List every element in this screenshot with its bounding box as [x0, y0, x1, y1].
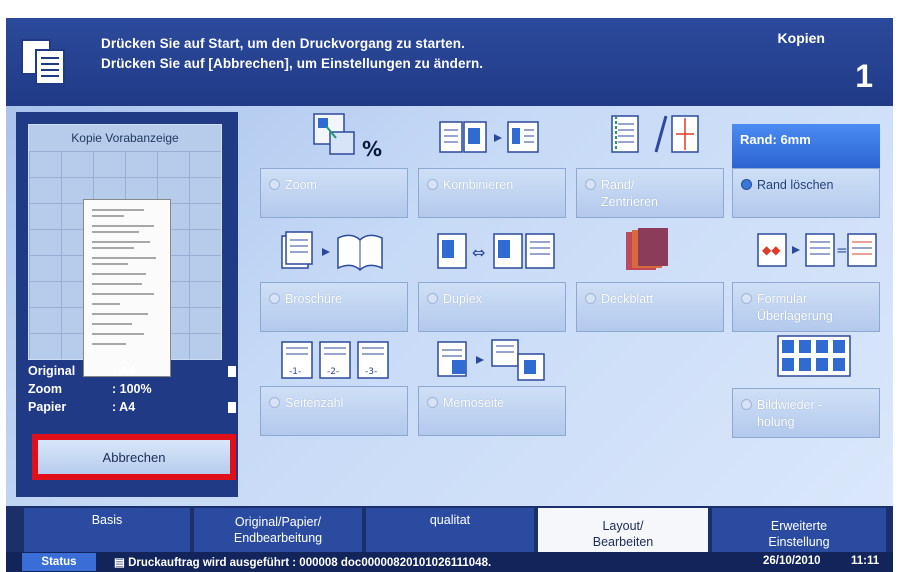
margin-center-icon	[611, 115, 699, 153]
copy-document-icon	[21, 39, 65, 85]
status-time: 11:11	[851, 555, 880, 567]
memoseite-indicator	[427, 397, 438, 408]
svg-text:=: =	[836, 243, 848, 259]
paper-tray-icon	[228, 402, 236, 413]
info-original-value: : A4	[112, 364, 136, 378]
bildwiederholung-label: Bildwieder - holung	[757, 398, 823, 429]
zoom-icon: %	[313, 113, 382, 161]
deckblatt-indicator	[585, 293, 596, 304]
preview-title: Kopie Vorabanzeige	[71, 131, 179, 145]
info-papier: Papier : A4	[28, 400, 236, 414]
broschuere-indicator	[269, 293, 280, 304]
svg-text:⇔: ⇔	[472, 243, 485, 262]
status-date: 26/10/2010	[763, 555, 821, 567]
status-bar: Status ▤ Druckauftrag wird ausgeführt : …	[6, 552, 893, 572]
portrait-page-icon	[228, 366, 236, 377]
tab-layout-bearbeiten[interactable]: Layout/Bearbeiten	[538, 508, 708, 552]
header-message-line1: Drücken Sie auf Start, um den Druckvorga…	[101, 36, 465, 51]
info-original: Original : A4	[28, 364, 236, 378]
document-text-lines	[92, 209, 156, 345]
copy-preview: Kopie Vorabanzeige	[28, 124, 222, 377]
page-number-2: -2-	[327, 367, 339, 377]
seitenzahl-indicator	[269, 397, 280, 408]
bildwiederholung-indicator	[741, 399, 752, 410]
formular-ueberlagerung-button[interactable]: Formular Überlagerung	[732, 282, 880, 332]
duplex-icon: ⇔	[437, 233, 555, 269]
tab-bar: Basis Original/Papier/Endbearbeitung qua…	[6, 506, 893, 552]
info-original-label: Original	[28, 364, 76, 378]
kombinieren-indicator	[427, 179, 438, 190]
page-number-3: -3-	[365, 367, 377, 377]
info-papier-value: : A4	[112, 400, 136, 414]
image-repeat-icon	[777, 335, 851, 377]
rand-loeschen-button[interactable]: Rand löschen	[732, 168, 880, 218]
broschuere-label: Broschüre	[285, 292, 342, 306]
zoom-percent-glyph: %	[362, 137, 382, 161]
rand-zentrieren-label: Rand/Zentrieren	[601, 178, 658, 209]
status-button[interactable]: Status	[22, 553, 96, 571]
tab-qualitat[interactable]: qualitat	[366, 508, 534, 552]
bildwiederholung-button[interactable]: Bildwieder - holung	[732, 388, 880, 438]
header-bar: Drücken Sie auf Start, um den Druckvorga…	[6, 18, 893, 106]
svg-text:◆◆: ◆◆	[762, 243, 781, 257]
copies-label: Kopien	[777, 30, 825, 46]
rand-loeschen-indicator	[741, 179, 752, 190]
cancel-button[interactable]: Abbrechen	[38, 440, 230, 474]
formular-label: Formular Überlagerung	[757, 292, 833, 323]
rand-value-badge: Rand: 6mm	[732, 124, 880, 170]
header-message-line2: Drücken Sie auf [Abbrechen], um Einstell…	[101, 56, 484, 71]
tab-original-papier[interactable]: Original/Papier/Endbearbeitung	[194, 508, 362, 552]
tab-erweiterte-einstellung[interactable]: Erweiterte Einstellung	[712, 508, 886, 552]
rand-zentrieren-button[interactable]: Rand/Zentrieren	[576, 168, 724, 218]
zoom-label: Zoom	[285, 178, 317, 192]
info-papier-label: Papier	[28, 400, 67, 414]
info-zoom-value: : 100%	[112, 382, 152, 396]
copies-count: 1	[855, 58, 873, 94]
seitenzahl-label: Seitenzahl	[285, 396, 344, 410]
device-screen: Drücken Sie auf Start, um den Druckvorga…	[6, 18, 893, 572]
kombinieren-label: Kombinieren	[443, 178, 514, 192]
memoseite-label: Memoseite	[443, 396, 505, 410]
rand-loeschen-label: Rand löschen	[757, 178, 834, 192]
page-number-icon: -1- -2- -3-	[281, 341, 389, 379]
zoom-indicator	[269, 179, 280, 190]
duplex-button[interactable]: Duplex	[418, 282, 566, 332]
info-zoom: Zoom : 100%	[28, 382, 152, 396]
seitenzahl-button[interactable]: Seitenzahl	[260, 386, 408, 436]
memo-page-icon	[437, 339, 545, 381]
preview-page-thumbnail	[83, 199, 171, 377]
formular-indicator	[741, 293, 752, 304]
rand-zentrieren-indicator	[585, 179, 596, 190]
kombinieren-button[interactable]: Kombinieren	[418, 168, 566, 218]
status-message-text: Druckauftrag wird ausgeführt : 000008 do…	[128, 557, 492, 569]
status-message: ▤ Druckauftrag wird ausgeführt : 000008 …	[114, 555, 491, 569]
duplex-label: Duplex	[443, 292, 482, 306]
zoom-button[interactable]: Zoom	[260, 168, 408, 218]
cover-icon	[626, 228, 668, 270]
memoseite-button[interactable]: Memoseite	[418, 386, 566, 436]
page-number-1: -1-	[289, 367, 301, 377]
duplex-indicator	[427, 293, 438, 304]
form-overlay-icon: ◆◆ =	[757, 233, 877, 267]
broschuere-button[interactable]: Broschüre	[260, 282, 408, 332]
preview-grid	[29, 151, 221, 377]
combine-icon	[439, 121, 539, 153]
deckblatt-button[interactable]: Deckblatt	[576, 282, 724, 332]
cancel-highlight: Abbrechen	[32, 434, 236, 480]
booklet-icon	[281, 231, 383, 272]
deckblatt-label: Deckblatt	[601, 292, 654, 306]
main-panel: Kopie Vorabanzeige Original: A4 Zoom: …	[6, 106, 893, 506]
info-zoom-label: Zoom	[28, 382, 63, 396]
job-list-icon: ▤	[114, 557, 129, 569]
tab-basis[interactable]: Basis	[24, 508, 190, 552]
